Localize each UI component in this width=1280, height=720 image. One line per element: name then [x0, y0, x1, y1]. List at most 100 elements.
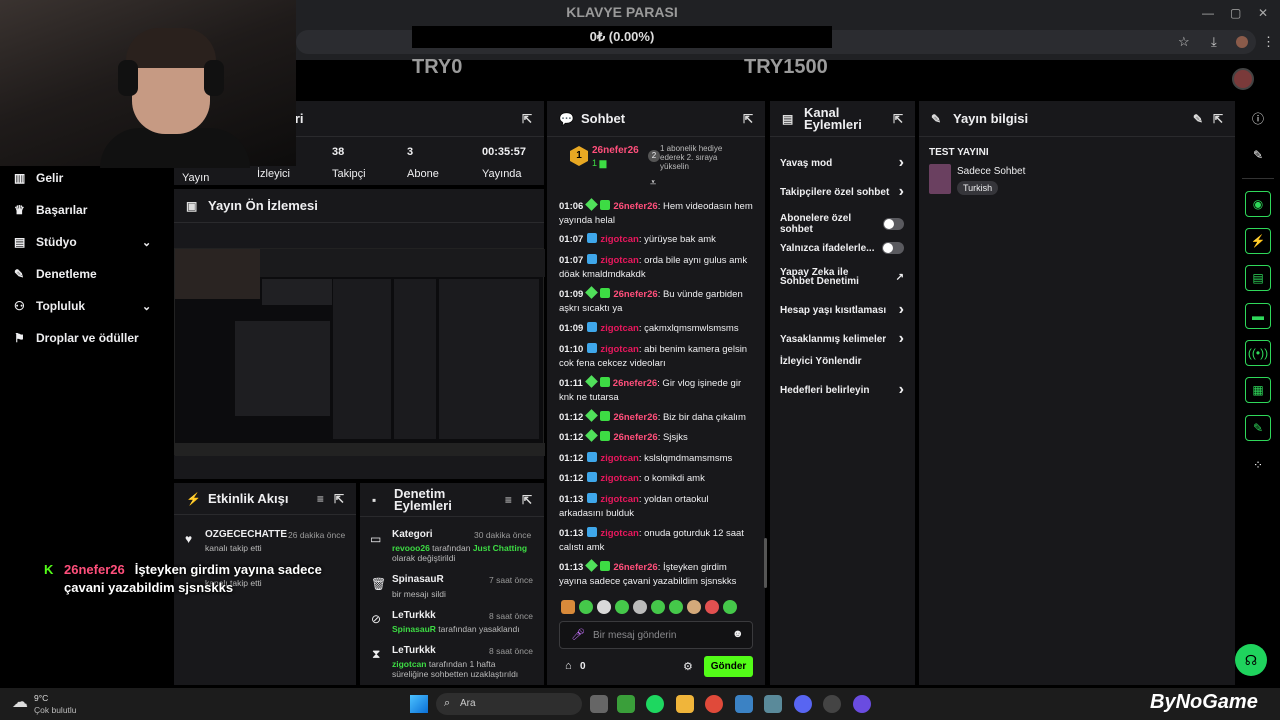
filter-icon[interactable]: ≡ [317, 492, 324, 506]
chrome-icon[interactable] [705, 695, 723, 713]
message-user[interactable]: 26nefer26 [613, 432, 657, 443]
message-user[interactable]: 26nefer26 [613, 562, 657, 573]
store-icon[interactable]: ⌂ [565, 660, 572, 672]
obs-icon[interactable] [823, 695, 841, 713]
layout-icon[interactable]: ▦ [1245, 377, 1271, 403]
bookmark-star-icon[interactable]: ☆ [1178, 34, 1190, 50]
send-button[interactable]: Gönder [704, 656, 753, 677]
wrench-icon[interactable]: ✎ [1245, 415, 1271, 441]
profile-avatar[interactable] [1236, 36, 1248, 48]
popout-icon[interactable]: ⇱ [522, 493, 532, 507]
channel-action-item[interactable]: İzleyici Yönlendir [780, 356, 904, 367]
add-widget-icon[interactable]: ⁘ [1245, 452, 1271, 478]
close-icon[interactable]: ✕ [1258, 6, 1268, 20]
edit-icon[interactable]: ✎ [1193, 112, 1203, 126]
message-user[interactable]: 26nefer26 [613, 412, 657, 423]
bolt-icon[interactable]: ⚡ [1245, 228, 1271, 254]
chat-collapse-icon[interactable]: ⩡ [650, 177, 656, 190]
nav-achievements[interactable]: ♛ Başarılar [14, 203, 87, 217]
emote-icon[interactable] [669, 600, 683, 614]
emote-icon[interactable] [723, 600, 737, 614]
popout-icon[interactable]: ⇱ [743, 112, 753, 126]
spotify-icon[interactable] [646, 695, 664, 713]
message-user[interactable]: zigotcan [600, 528, 639, 539]
leader-user[interactable]: 26nefer26 [592, 145, 639, 156]
message-user[interactable]: zigotcan [600, 494, 639, 505]
emote-icon[interactable] [597, 600, 611, 614]
nav-studio[interactable]: ▤ Stüdyo ⌄ [14, 235, 151, 249]
minimize-icon[interactable]: — [1202, 6, 1214, 20]
pen-icon[interactable]: ✎ [1245, 142, 1271, 168]
app-icon[interactable] [764, 695, 782, 713]
chat-input[interactable]: 🎤︎ Bir mesaj gönderin ☻ [559, 621, 753, 649]
channel-action-item[interactable]: Yalnızca ifadelerle... [780, 242, 904, 254]
windows-start-icon[interactable] [410, 695, 428, 713]
broadcast-icon[interactable]: ((•)) [1245, 340, 1271, 366]
message-user[interactable]: zigotcan [600, 323, 639, 334]
chevron-right-icon[interactable]: › [899, 183, 904, 201]
emote-icon[interactable] [651, 600, 665, 614]
channel-action-item[interactable]: Yasaklanmış kelimeler › [780, 330, 904, 348]
store-app-icon[interactable] [617, 695, 635, 713]
microphone-icon[interactable]: 🎤︎ [571, 628, 585, 641]
toggle-switch[interactable] [882, 242, 904, 254]
mail-icon[interactable] [735, 695, 753, 713]
channel-action-item[interactable]: Yapay Zeka ile Sohbet Denetimi ↗ [780, 268, 904, 287]
settings-icon[interactable]: ⚙ [683, 660, 693, 673]
nav-moderation[interactable]: ✎ Denetleme [14, 267, 97, 281]
nav-community[interactable]: ⚇ Topluluk ⌄ [14, 299, 151, 313]
message-user[interactable]: zigotcan [600, 453, 639, 464]
stream-preview[interactable] [174, 248, 545, 456]
toggle-switch[interactable] [882, 218, 904, 230]
chevron-right-icon[interactable]: › [899, 330, 904, 348]
chevron-right-icon[interactable]: › [899, 381, 904, 399]
channel-action-item[interactable]: Hesap yaşı kısıtlaması › [780, 301, 904, 319]
emote-icon[interactable] [705, 600, 719, 614]
message-user[interactable]: 26nefer26 [613, 378, 657, 389]
app-icon[interactable] [853, 695, 871, 713]
chevron-right-icon[interactable]: › [899, 154, 904, 172]
chat-icon[interactable]: ▬ [1245, 303, 1271, 329]
message-user[interactable]: 26nefer26 [613, 201, 657, 212]
popout-icon[interactable]: ⇱ [1213, 112, 1223, 126]
document-icon[interactable]: ▤ [1245, 265, 1271, 291]
chat-scrollbar[interactable] [764, 538, 767, 588]
channel-action-item[interactable]: Yavaş mod › [780, 154, 904, 172]
message-user[interactable]: zigotcan [600, 234, 639, 245]
external-link-icon[interactable]: ↗ [896, 272, 904, 283]
og-badge-icon [585, 286, 599, 299]
channel-action-item[interactable]: Takipçilere özel sohbet › [780, 183, 904, 201]
file-explorer-icon[interactable] [676, 695, 694, 713]
chevron-right-icon[interactable]: › [899, 301, 904, 319]
task-view-icon[interactable] [590, 695, 608, 713]
emote-icon[interactable] [561, 600, 575, 614]
channel-action-item[interactable]: Hedefleri belirleyin › [780, 381, 904, 399]
nav-revenue[interactable]: ▥ Gelir [14, 171, 63, 185]
emote-icon[interactable] [579, 600, 593, 614]
chat-message: 01:13 zigotcan: yoldan ortaokul arkadasın… [559, 493, 755, 521]
discord-icon[interactable] [794, 695, 812, 713]
menu-icon[interactable]: ⋮ [1262, 34, 1275, 50]
popout-icon[interactable]: ⇱ [522, 112, 532, 126]
emote-icon[interactable] [687, 600, 701, 614]
camera-icon[interactable]: ◉ [1245, 191, 1271, 217]
nav-drops[interactable]: ⚑ Droplar ve ödüller [14, 331, 139, 345]
message-user[interactable]: 26nefer26 [613, 289, 657, 300]
maximize-icon[interactable]: ▢ [1230, 6, 1241, 20]
popout-icon[interactable]: ⇱ [334, 492, 344, 506]
channel-action-item[interactable]: Abonelere özel sohbet [780, 213, 904, 235]
support-icon[interactable]: ☊ [1235, 644, 1267, 676]
message-user[interactable]: zigotcan [600, 255, 639, 266]
message-user[interactable]: zigotcan [600, 344, 639, 355]
filter-icon[interactable]: ≡ [505, 493, 512, 507]
mod-badge-icon [587, 527, 598, 537]
emote-icon[interactable] [633, 600, 647, 614]
taskbar-search[interactable]: ⌕ Ara [436, 693, 582, 715]
emoji-icon[interactable]: ☻ [732, 628, 744, 640]
info-icon[interactable]: ⓘ [1245, 105, 1271, 131]
download-icon[interactable]: ⤓ [1211, 34, 1217, 50]
popout-icon[interactable]: ⇱ [893, 112, 903, 126]
user-avatar[interactable] [1232, 68, 1254, 90]
emote-icon[interactable] [615, 600, 629, 614]
message-user[interactable]: zigotcan [600, 473, 639, 484]
